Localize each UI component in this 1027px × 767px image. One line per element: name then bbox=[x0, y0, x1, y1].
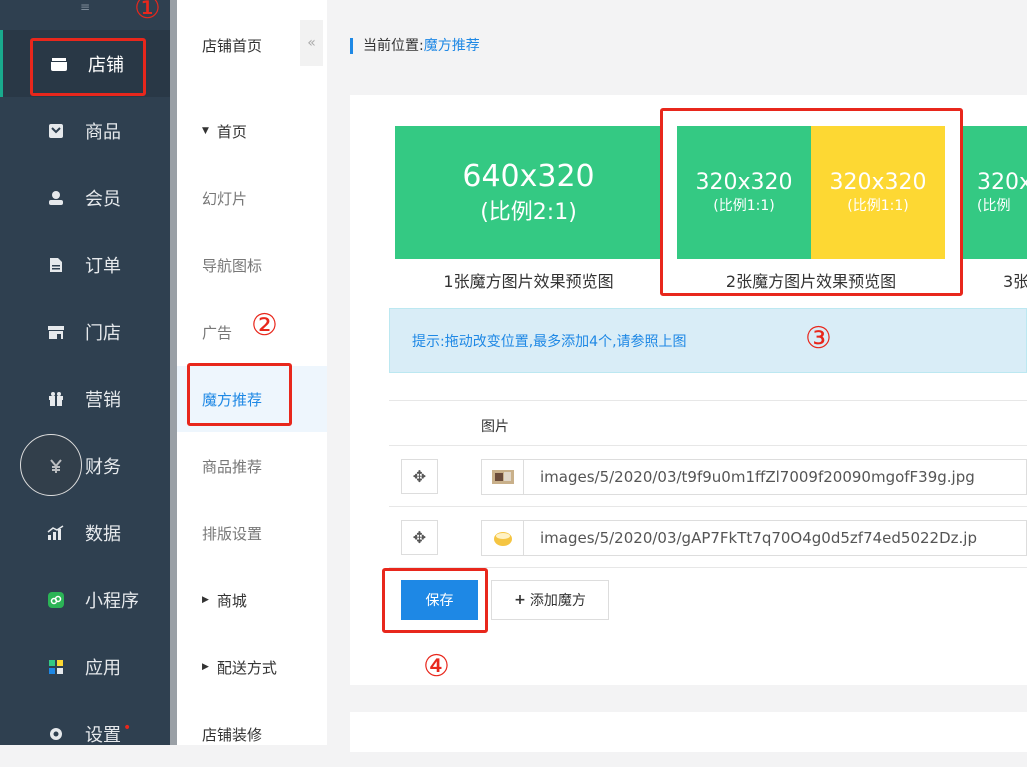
submenu-item-label: 商城 bbox=[216, 591, 247, 610]
annotation-number-1: ① bbox=[134, 0, 161, 26]
submenu-item-slides[interactable]: 幻灯片 bbox=[177, 165, 327, 231]
add-cube-button[interactable]: + 添加魔方 bbox=[491, 580, 609, 620]
submenu-group-home[interactable]: ▼ 首页 bbox=[177, 98, 327, 164]
preview-size: 640x320 bbox=[462, 159, 595, 194]
annotation-box-3 bbox=[660, 108, 963, 296]
sidebar-item-label: 小程序 bbox=[85, 590, 139, 612]
sidebar-item-label: 数据 bbox=[85, 523, 121, 545]
submenu-item-layout[interactable]: 排版设置 bbox=[177, 500, 327, 566]
member-icon bbox=[47, 189, 65, 207]
breadcrumb-current[interactable]: 魔方推荐 bbox=[424, 38, 480, 54]
shop-icon bbox=[47, 323, 65, 341]
drag-handle-move-icon[interactable]: ✥ bbox=[401, 520, 438, 555]
breadcrumb: 当前位置:魔方推荐 bbox=[350, 38, 480, 54]
table-header: 图片 bbox=[389, 400, 1027, 446]
sidebar-item-label: 设置 bbox=[85, 724, 121, 746]
image-thumbnail bbox=[482, 460, 524, 494]
image-path: images/5/2020/03/gAP7FkTt7q70O4g0d5zf74e… bbox=[540, 529, 977, 547]
submenu-item-product-recommend[interactable]: 商品推荐 bbox=[177, 433, 327, 499]
notification-dot: • bbox=[123, 720, 132, 736]
touch-indicator bbox=[20, 434, 82, 496]
sidebar-item-label: 会员 bbox=[85, 188, 121, 210]
sidebar-item-orders[interactable]: 订单 bbox=[0, 231, 170, 298]
annotation-number-2: ② bbox=[251, 308, 278, 343]
sidebar-item-products[interactable]: 商品 bbox=[0, 97, 170, 164]
sidebar-item-data[interactable]: 数据 bbox=[0, 499, 170, 566]
sidebar-scrollbar[interactable] bbox=[170, 0, 177, 745]
column-header-image: 图片 bbox=[481, 419, 509, 435]
gift-icon bbox=[47, 390, 65, 408]
image-thumbnail bbox=[482, 521, 524, 555]
submenu-collapse-button[interactable]: « bbox=[300, 20, 323, 66]
submenu-item-nav-icons[interactable]: 导航图标 bbox=[177, 232, 327, 298]
annotation-number-3: ③ bbox=[805, 321, 832, 356]
breadcrumb-prefix: 当前位置: bbox=[363, 38, 424, 54]
image-path-field[interactable]: images/5/2020/03/t9f9u0m1ffZl7009f20090m… bbox=[481, 459, 1027, 495]
preview-1-caption: 1张魔方图片效果预览图 bbox=[443, 272, 614, 291]
sidebar-item-label: 门店 bbox=[85, 322, 121, 344]
menu-icon: ≡ bbox=[79, 0, 91, 14]
main-sidebar: ≡ 店铺 商品 会员 订单 门店 营销 财务 数据 小程序 应用 设置 • bbox=[0, 0, 170, 746]
annotation-box-1 bbox=[30, 38, 146, 96]
sidebar-item-apps[interactable]: 应用 bbox=[0, 633, 170, 700]
preview-ratio: (比例 bbox=[977, 198, 1011, 214]
annotation-number-4: ④ bbox=[423, 649, 450, 684]
submenu-group-mall[interactable]: ▶ 商城 bbox=[177, 567, 327, 633]
sidebar-item-label: 订单 bbox=[85, 255, 121, 277]
preview-ratio: (比例2:1) bbox=[480, 200, 577, 225]
image-path-field[interactable]: images/5/2020/03/gAP7FkTt7q70O4g0d5zf74e… bbox=[481, 520, 1027, 556]
miniprogram-icon bbox=[47, 591, 65, 609]
tip-banner: 提示:拖动改变位置,最多添加4个,请参照上图 bbox=[389, 308, 1027, 373]
settings-icon bbox=[47, 725, 65, 743]
preview-size: 320x bbox=[977, 170, 1027, 195]
content-panel-secondary bbox=[350, 712, 1027, 752]
sidebar-item-miniprogram[interactable]: 小程序 bbox=[0, 566, 170, 633]
caret-right-icon: ▶ bbox=[202, 595, 209, 605]
table-row: ✥ images/5/2020/03/gAP7FkTt7q70O4g0d5zf7… bbox=[389, 507, 1027, 568]
sidebar-item-label: 商品 bbox=[85, 121, 121, 143]
preview-3-caption: 3张 bbox=[1003, 272, 1027, 291]
caret-right-icon: ▶ bbox=[202, 662, 209, 672]
drag-handle-move-icon[interactable]: ✥ bbox=[401, 459, 438, 494]
caret-down-icon: ▼ bbox=[202, 126, 209, 136]
chart-icon bbox=[47, 524, 65, 542]
order-icon bbox=[47, 256, 65, 274]
submenu-item-label: 配送方式 bbox=[216, 658, 277, 677]
product-icon bbox=[47, 122, 65, 140]
plus-icon: + bbox=[514, 592, 526, 608]
table-row: ✥ images/5/2020/03/t9f9u0m1ffZl7009f2009… bbox=[389, 446, 1027, 507]
submenu-item-decoration[interactable]: 店铺装修 bbox=[177, 701, 327, 767]
sidebar-item-label: 财务 bbox=[85, 456, 121, 478]
annotation-box-2 bbox=[187, 363, 292, 426]
apps-icon bbox=[47, 658, 65, 676]
sidebar-item-label: 应用 bbox=[85, 657, 121, 679]
submenu-group-delivery[interactable]: ▶ 配送方式 bbox=[177, 634, 327, 700]
add-cube-label: 添加魔方 bbox=[529, 593, 586, 609]
submenu-item-label: 首页 bbox=[216, 122, 247, 141]
sidebar-item-label: 营销 bbox=[85, 389, 121, 411]
image-path: images/5/2020/03/t9f9u0m1ffZl7009f20090m… bbox=[540, 468, 975, 486]
sidebar-item-settings[interactable]: 设置 • bbox=[0, 700, 170, 767]
annotation-box-4 bbox=[382, 568, 488, 633]
sidebar-item-marketing[interactable]: 营销 bbox=[0, 365, 170, 432]
preview-1-image: 640x320 (比例2:1) bbox=[395, 126, 662, 259]
sidebar-item-members[interactable]: 会员 bbox=[0, 164, 170, 231]
sidebar-item-stores[interactable]: 门店 bbox=[0, 298, 170, 365]
preview-3-image: 320x (比例 bbox=[963, 126, 1027, 259]
